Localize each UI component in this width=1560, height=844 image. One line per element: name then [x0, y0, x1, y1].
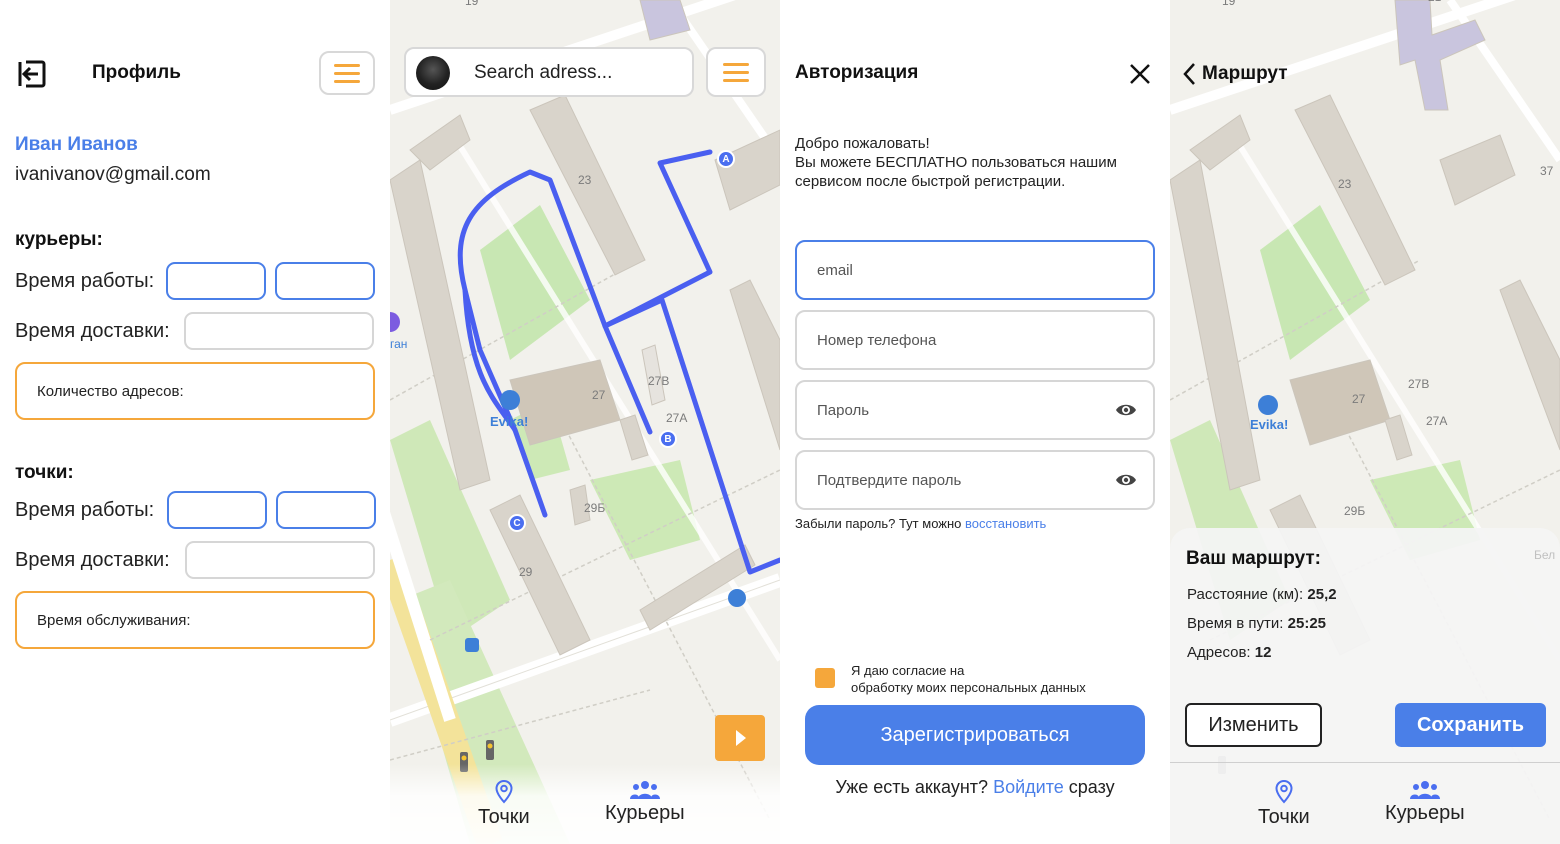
nav-label: Курьеры	[605, 802, 685, 824]
building-label: 29	[519, 565, 533, 579]
consent-checkbox[interactable]	[815, 668, 835, 688]
user-email: ivanivanov@gmail.com	[15, 164, 211, 185]
building-label: 19	[1222, 0, 1236, 8]
save-button[interactable]: Сохранить	[1395, 703, 1546, 747]
email-field[interactable]: email	[795, 240, 1155, 300]
route-marker-b[interactable]: B	[659, 430, 677, 448]
store-label: Evika!	[490, 414, 529, 429]
building-label: 29Б	[584, 501, 606, 515]
building-label: 27	[592, 388, 606, 402]
building-label: 37	[1540, 164, 1554, 178]
points-delivery-time-input[interactable]	[185, 541, 375, 579]
couriers-delivery-time-label: Время доставки:	[15, 320, 170, 342]
consent-text: Я даю согласие на обработку моих персона…	[851, 663, 1086, 695]
building-label: 23	[1338, 177, 1352, 191]
points-section-title: точки:	[15, 462, 74, 483]
avatar[interactable]	[416, 56, 450, 90]
address-count-field[interactable]: Количество адресов:	[15, 362, 375, 420]
group-icon	[629, 781, 660, 799]
building-label: 29Б	[1344, 504, 1366, 518]
service-time-field[interactable]: Время обслуживания:	[15, 591, 375, 649]
couriers-delivery-time-input[interactable]	[184, 312, 374, 350]
user-name: Иван Иванов	[15, 134, 138, 155]
location-pin-icon	[495, 780, 513, 804]
page-title: Профиль	[92, 62, 181, 83]
start-route-button[interactable]	[715, 715, 765, 761]
route-screen: 19 21 23 37 27 27В 27А 29Б Evika! Маршру…	[1170, 0, 1560, 844]
building-label: 27А	[1426, 414, 1448, 428]
menu-button[interactable]	[706, 47, 766, 97]
route-marker-a[interactable]: A	[717, 150, 735, 168]
password-field[interactable]: Пароль	[795, 380, 1155, 440]
travel-time-stat: Время в пути: 25:25	[1187, 615, 1327, 632]
points-work-time-from-input[interactable]	[167, 491, 267, 529]
phone-field[interactable]: Номер телефона	[795, 310, 1155, 370]
confirm-password-placeholder: Подтвердите пароль	[817, 471, 962, 489]
group-icon	[1409, 781, 1440, 799]
nav-label: Точки	[1258, 806, 1310, 828]
nav-item-points[interactable]: Точки	[1258, 780, 1310, 829]
menu-button[interactable]	[319, 51, 375, 95]
store-label: Evika!	[1250, 417, 1289, 432]
login-prompt: Уже есть аккаунт? Войдите сразу	[835, 777, 1115, 797]
building-label: 27В	[1408, 377, 1430, 391]
address-count-stat: Адресов: 12	[1187, 644, 1272, 661]
chevron-left-icon	[1183, 63, 1195, 85]
building-label: 19	[465, 0, 479, 8]
email-placeholder: email	[817, 261, 853, 279]
place-label: ган	[390, 337, 408, 351]
auth-screen: Авторизация Добро пожаловать! Вы можете …	[780, 0, 1170, 844]
page-title: Маршрут	[1202, 63, 1288, 84]
couriers-work-time-to-input[interactable]	[275, 262, 375, 300]
nav-item-couriers[interactable]: Курьеры	[1385, 780, 1465, 825]
page-title: Авторизация	[795, 62, 919, 83]
login-link[interactable]: Войдите	[993, 777, 1064, 797]
bottom-nav: Точки Курьеры	[390, 764, 780, 844]
logout-icon[interactable]	[16, 58, 48, 90]
couriers-work-time-label: Время работы:	[15, 270, 155, 292]
hamburger-icon	[723, 62, 749, 66]
nav-item-couriers[interactable]: Курьеры	[605, 780, 685, 825]
eye-icon[interactable]	[1115, 472, 1137, 488]
close-icon[interactable]	[1128, 62, 1152, 86]
place-label: Бел	[1534, 548, 1556, 562]
search-placeholder: Search adress...	[474, 62, 613, 83]
building-label: 21	[1428, 0, 1441, 4]
couriers-section-title: курьеры:	[15, 229, 103, 250]
forgot-password-text: Забыли пароль? Тут можно восстановить	[795, 516, 1047, 531]
profile-screen: Профиль Иван Иванов ivanivanov@gmail.com…	[0, 0, 390, 844]
edit-button[interactable]: Изменить	[1185, 703, 1322, 747]
welcome-text: Добро пожаловать! Вы можете БЕСПЛАТНО по…	[795, 135, 1117, 190]
route-marker-c[interactable]: C	[508, 514, 526, 532]
distance-stat: Расстояние (км): 25,2	[1187, 586, 1337, 603]
restore-password-link[interactable]: восстановить	[965, 516, 1046, 531]
location-pin-icon	[1275, 780, 1293, 804]
building-label: 27	[1352, 392, 1366, 406]
route-summary-title: Ваш маршрут:	[1186, 548, 1322, 569]
eye-icon[interactable]	[1115, 402, 1137, 418]
divider	[1170, 762, 1560, 763]
confirm-password-field[interactable]: Подтвердите пароль	[795, 450, 1155, 510]
search-input[interactable]: Search adress...	[404, 47, 694, 97]
play-icon	[736, 730, 746, 746]
building-label: 23	[578, 173, 592, 187]
nav-item-points[interactable]: Точки	[478, 780, 530, 829]
password-placeholder: Пароль	[817, 401, 870, 419]
points-work-time-label: Время работы:	[15, 499, 155, 521]
map-screen: 19 23 27 27В 27А 29Б 29 Evika! ган A B C…	[390, 0, 780, 844]
back-button[interactable]: Маршрут	[1182, 62, 1288, 86]
points-work-time-to-input[interactable]	[276, 491, 376, 529]
building-label: 27В	[648, 374, 670, 388]
hamburger-icon	[334, 63, 360, 67]
building-label: 27А	[666, 411, 688, 425]
nav-label: Курьеры	[1385, 802, 1465, 824]
nav-label: Точки	[478, 806, 530, 828]
points-delivery-time-label: Время доставки:	[15, 549, 170, 571]
phone-placeholder: Номер телефона	[817, 331, 937, 349]
bottom-nav: Точки Курьеры	[1170, 764, 1560, 844]
couriers-work-time-from-input[interactable]	[166, 262, 266, 300]
register-button[interactable]: Зарегистрироваться	[805, 705, 1145, 765]
